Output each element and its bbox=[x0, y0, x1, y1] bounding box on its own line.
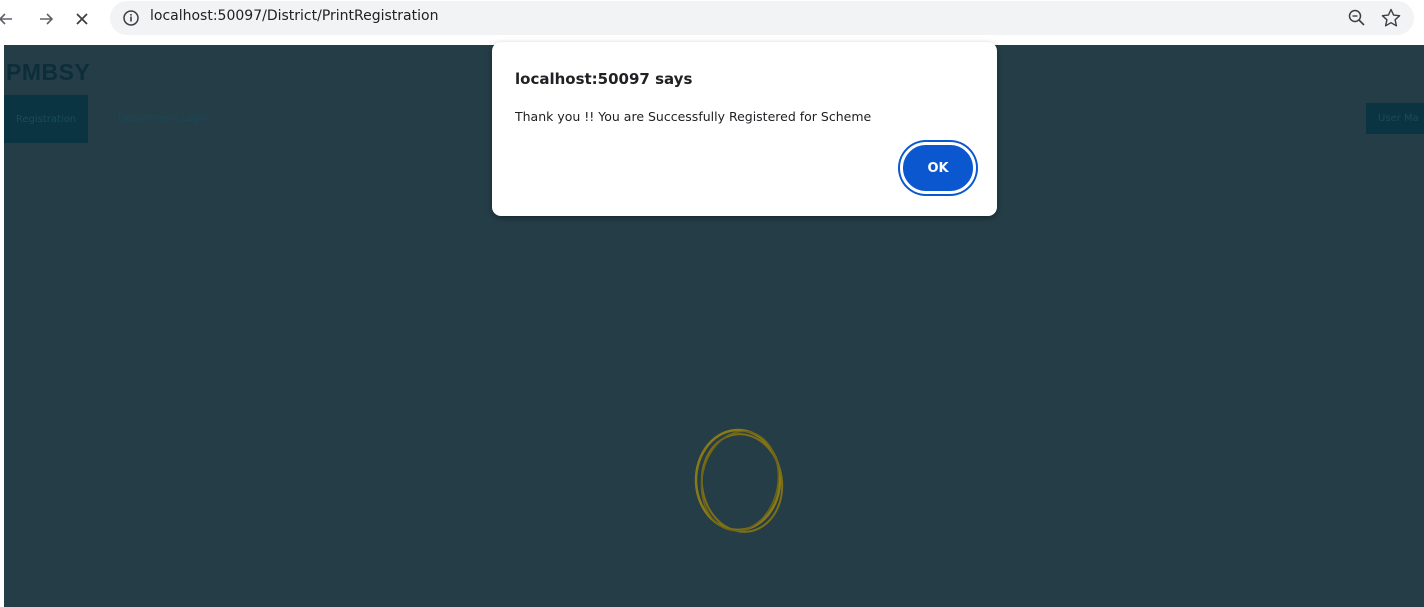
nav-user-menu[interactable]: User Ma bbox=[1366, 103, 1424, 134]
ok-button[interactable]: OK bbox=[900, 142, 976, 194]
nav-registration[interactable]: Registration bbox=[4, 95, 88, 143]
site-brand: PMBSY bbox=[6, 59, 91, 85]
loading-spinner-icon bbox=[694, 428, 784, 533]
alert-dialog: localhost:50097 says Thank you !! You ar… bbox=[492, 42, 997, 216]
forward-arrow-icon[interactable] bbox=[32, 5, 60, 33]
dialog-title: localhost:50097 says bbox=[515, 70, 693, 88]
dialog-message: Thank you !! You are Successfully Regist… bbox=[515, 109, 872, 124]
url-text[interactable]: localhost:50097/District/PrintRegistrati… bbox=[150, 8, 438, 24]
nav-department-login[interactable]: Department Login bbox=[118, 113, 209, 124]
address-bar[interactable]: localhost:50097/District/PrintRegistrati… bbox=[110, 1, 1414, 35]
browser-toolbar: localhost:50097/District/PrintRegistrati… bbox=[0, 0, 1424, 37]
back-arrow-icon[interactable] bbox=[0, 5, 20, 33]
info-icon[interactable] bbox=[122, 9, 140, 27]
zoom-icon[interactable] bbox=[1347, 8, 1367, 28]
star-icon[interactable] bbox=[1380, 7, 1402, 29]
window-edge bbox=[0, 45, 4, 607]
close-icon[interactable] bbox=[68, 5, 96, 33]
